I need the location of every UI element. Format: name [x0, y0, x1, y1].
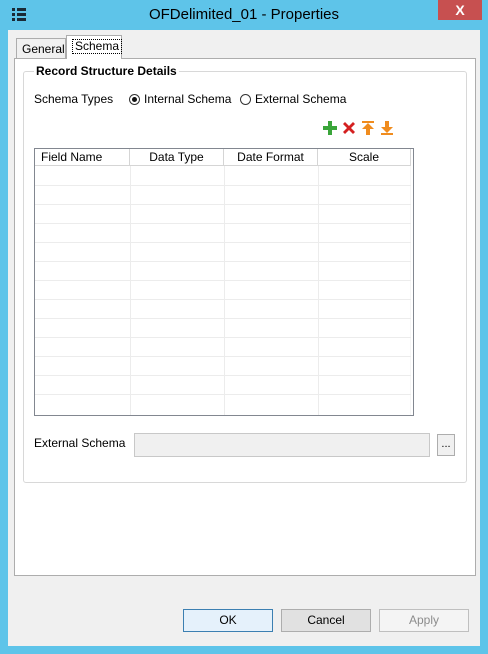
- move-up-icon[interactable]: [360, 120, 376, 136]
- column-header-scale[interactable]: Scale: [318, 149, 411, 166]
- grid-header: Field Name Data Type Date Format Scale: [35, 149, 411, 166]
- column-header-data-type[interactable]: Data Type: [130, 149, 224, 166]
- internal-schema-label: Internal Schema: [144, 92, 232, 106]
- schema-grid[interactable]: Field Name Data Type Date Format Scale: [34, 148, 414, 416]
- column-header-date-format[interactable]: Date Format: [224, 149, 318, 166]
- grid-empty-rows: [35, 166, 411, 415]
- apply-button[interactable]: Apply: [379, 609, 469, 632]
- properties-window: OFDelimited_01 - Properties X General Sc…: [0, 0, 488, 654]
- record-structure-group: Record Structure Details Schema Types In…: [23, 64, 467, 483]
- external-schema-input[interactable]: [134, 433, 430, 457]
- schema-types-label: Schema Types: [34, 92, 114, 106]
- add-icon[interactable]: [322, 120, 338, 136]
- radio-selected-icon[interactable]: [129, 93, 140, 105]
- schema-tab-page: Record Structure Details Schema Types In…: [14, 58, 476, 576]
- tab-schema-label: Schema: [72, 39, 123, 54]
- radio-unselected-icon[interactable]: [240, 93, 251, 105]
- browse-button[interactable]: ...: [437, 434, 455, 456]
- dialog-client-area: General Schema Record Structure Details …: [8, 30, 480, 646]
- external-schema-label: External Schema: [255, 92, 347, 106]
- external-schema-label: External Schema: [34, 436, 126, 450]
- group-title: Record Structure Details: [34, 64, 179, 78]
- window-title: OFDelimited_01 - Properties: [148, 6, 340, 23]
- title-bar[interactable]: OFDelimited_01 - Properties X: [0, 0, 488, 30]
- tab-general[interactable]: General: [16, 38, 66, 58]
- tab-schema[interactable]: Schema: [66, 35, 123, 59]
- ok-button[interactable]: OK: [183, 609, 273, 632]
- move-down-icon[interactable]: [379, 120, 395, 136]
- close-button[interactable]: X: [438, 0, 482, 20]
- internal-schema-radio[interactable]: Internal Schema: [129, 92, 231, 106]
- column-header-field-name[interactable]: Field Name: [35, 149, 130, 166]
- cancel-button[interactable]: Cancel: [281, 609, 371, 632]
- external-schema-radio[interactable]: External Schema: [240, 92, 346, 106]
- delete-icon[interactable]: [341, 120, 357, 136]
